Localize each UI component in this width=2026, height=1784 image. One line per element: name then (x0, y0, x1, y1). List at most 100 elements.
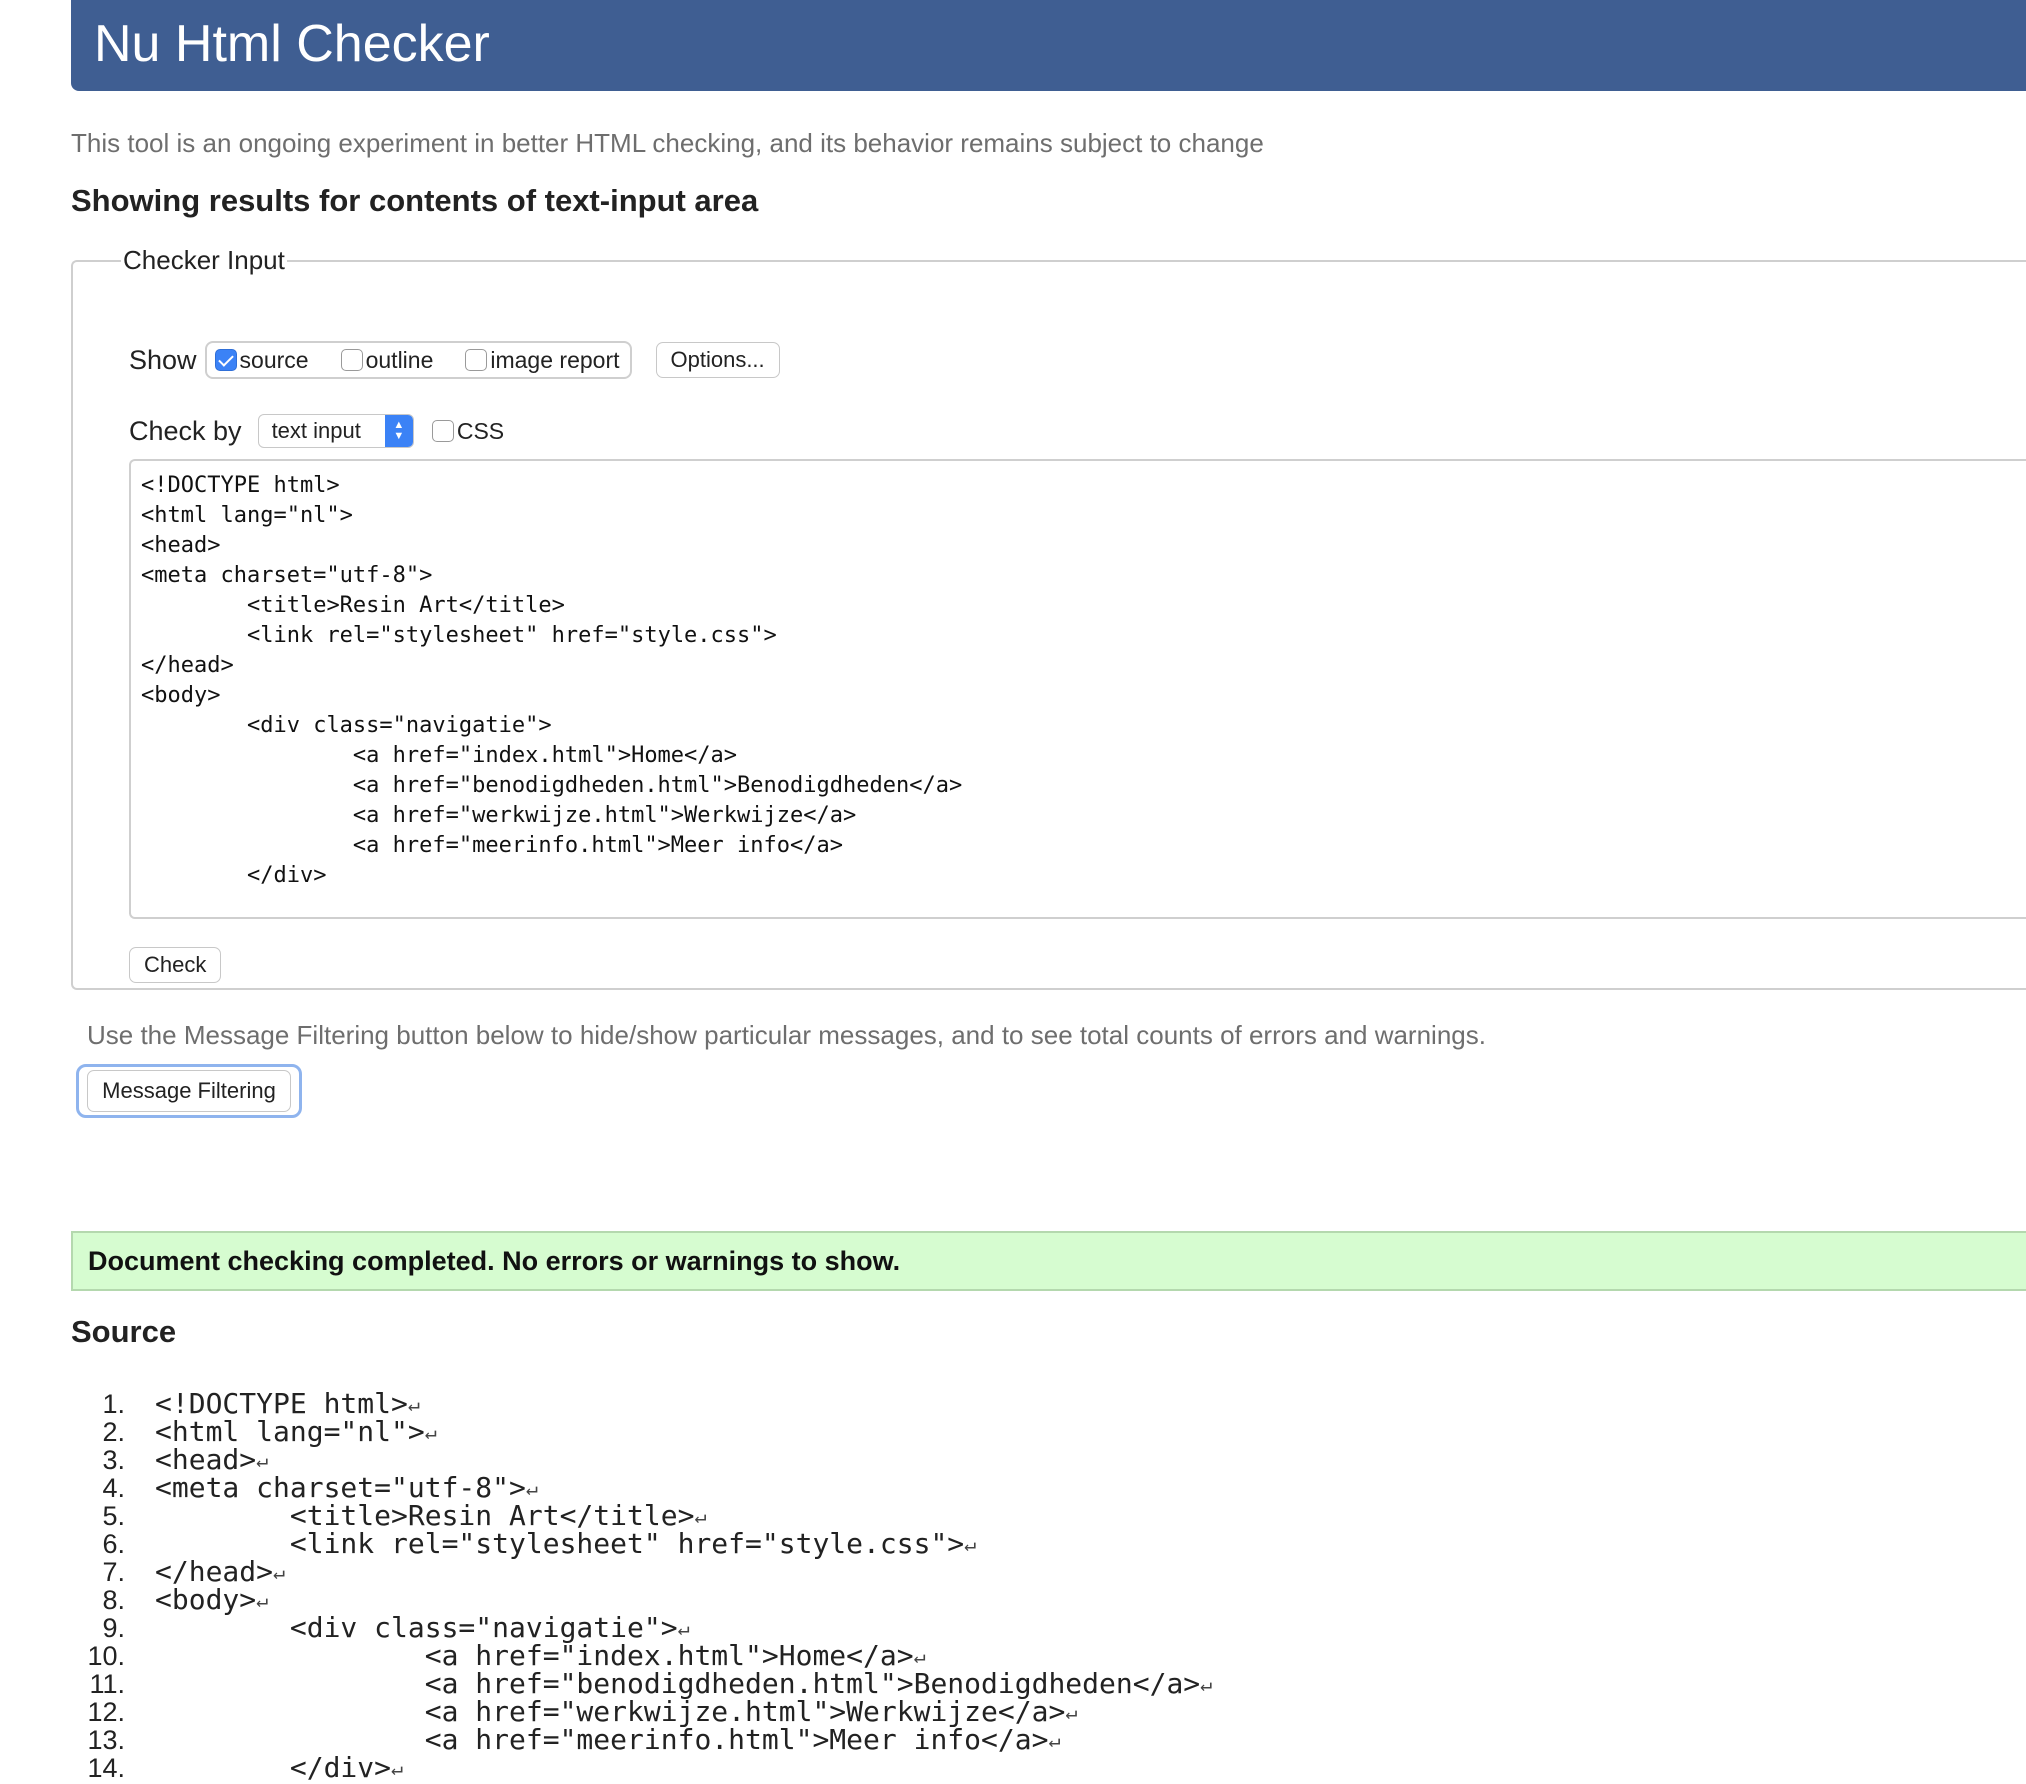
show-source-label: source (239, 346, 309, 373)
textarea-line: <title>Resin Art</title> (141, 593, 565, 618)
check-button[interactable]: Check (129, 947, 222, 983)
check-by-value: text input (271, 418, 361, 443)
success-message: Document checking completed. No errors o… (71, 1231, 2026, 1291)
source-listing: 1. <!DOCTYPE html> ↵ 2. <html lang="nl"> ↵ 3. <… (80, 1387, 1213, 1783)
source-line: 8. <body> ↵ (80, 1583, 1212, 1616)
textarea-line: <div class="navigatie"> (141, 713, 552, 738)
line-code: <title>Resin Art</title> (155, 1499, 695, 1532)
show-image-report-label: image report (490, 346, 620, 373)
textarea-line: <link rel="stylesheet" href="style.css"> (141, 623, 777, 648)
line-code: <a href="index.html">Home</a> (155, 1639, 914, 1672)
source-line: 6. <link rel="stylesheet" href="style.cs… (80, 1527, 1212, 1560)
show-label: Show (129, 344, 197, 375)
line-end-icon: ↵ (256, 1588, 269, 1612)
line-code: <a href="meerinfo.html">Meer info</a> (155, 1723, 1049, 1756)
line-code: <body> (155, 1583, 257, 1616)
line-number: 5. (102, 1501, 125, 1531)
chevron-up-down-icon: ▲ ▼ (384, 415, 413, 447)
line-code: <head> (155, 1443, 257, 1476)
source-line: 3. <head> ↵ (80, 1443, 1212, 1476)
line-number: 4. (102, 1473, 125, 1503)
line-number: 8. (102, 1585, 125, 1615)
checker-input-fieldset: Checker Input Show source outline image … (71, 245, 2026, 990)
show-outline-option[interactable]: outline (340, 347, 433, 374)
textarea-line: </div> (141, 863, 327, 888)
line-end-icon: ↵ (525, 1476, 538, 1500)
results-heading: Showing results for contents of text-inp… (71, 183, 759, 218)
header-banner: Nu Html Checker (71, 0, 2026, 91)
line-code: <html lang="nl"> (155, 1415, 425, 1448)
source-heading: Source (71, 1314, 177, 1349)
show-source-checkbox[interactable] (214, 349, 237, 371)
source-line: 11. <a href="benodigdheden.html">Benodig… (80, 1667, 1213, 1700)
options-button[interactable]: Options... (655, 342, 780, 378)
show-image-report-checkbox[interactable] (465, 349, 488, 371)
filter-note: Use the Message Filtering button below t… (87, 1020, 1486, 1050)
source-line: 1. <!DOCTYPE html> ↵ (80, 1387, 1212, 1420)
line-end-icon: ↵ (256, 1448, 269, 1472)
textarea-line: <a href="index.html">Home</a> (141, 743, 738, 768)
source-line: 5. <title>Resin Art</title> ↵ (80, 1499, 1212, 1532)
source-line: 12. <a href="werkwijze.html">Werkwijze</… (80, 1695, 1212, 1728)
source-line: 7. </head> ↵ (80, 1555, 1212, 1588)
textarea-line: <head> (141, 533, 221, 558)
css-checkbox[interactable] (431, 420, 454, 442)
source-line: 10. <a href="index.html">Home</a> ↵ (80, 1639, 1212, 1672)
source-line: 4. <meta charset="utf-8"> ↵ (80, 1471, 1212, 1504)
line-number: 3. (102, 1445, 125, 1475)
textarea-line: <html lang="nl"> (141, 503, 353, 528)
checker-input-legend: Checker Input (123, 245, 285, 275)
line-number: 2. (102, 1417, 125, 1447)
line-end-icon: ↵ (1065, 1700, 1078, 1724)
textarea-line: <a href="werkwijze.html">Werkwijze</a> (141, 803, 857, 828)
line-code: <link rel="stylesheet" href="style.css"> (155, 1527, 965, 1560)
textarea-line: <a href="meerinfo.html">Meer info</a> (141, 833, 843, 858)
line-end-icon: ↵ (407, 1392, 420, 1416)
line-number: 11. (89, 1669, 125, 1699)
textarea-line: <body> (141, 683, 221, 708)
line-end-icon: ↵ (694, 1504, 707, 1528)
line-end-icon: ↵ (273, 1560, 286, 1584)
textarea-line: <a href="benodigdheden.html">Benodigdhed… (141, 773, 963, 798)
line-number: 12. (87, 1697, 125, 1727)
source-textarea[interactable]: <!DOCTYPE html> <html lang="nl"> <head> <me… (129, 459, 2026, 919)
message-filtering-focus-ring: Message Filtering (76, 1064, 302, 1118)
line-code: <meta charset="utf-8"> (155, 1471, 526, 1504)
textarea-line: <meta charset="utf-8"> (141, 563, 433, 588)
source-line: 2. <html lang="nl"> ↵ (80, 1415, 1212, 1448)
show-image-report-option[interactable]: image report (465, 346, 620, 374)
line-end-icon: ↵ (1200, 1672, 1213, 1696)
line-number: 10. (87, 1641, 125, 1671)
css-option[interactable]: CSS (431, 417, 505, 445)
line-code: <div class="navigatie"> (155, 1611, 678, 1644)
line-number: 7. (102, 1557, 125, 1587)
line-code: <a href="werkwijze.html">Werkwijze</a> (155, 1695, 1066, 1728)
css-label: CSS (456, 417, 505, 444)
source-line: 13. <a href="meerinfo.html">Meer info</a… (80, 1723, 1212, 1756)
check-by-label: Check by (129, 415, 242, 446)
line-number: 1. (102, 1389, 125, 1419)
check-by-row: Check by text input ▲ ▼ CSS (129, 411, 504, 451)
line-number: 6. (102, 1529, 125, 1559)
message-filtering-button[interactable]: Message Filtering (87, 1070, 291, 1112)
line-code: </head> (155, 1555, 274, 1588)
check-by-select[interactable]: text input ▲ ▼ (257, 414, 414, 448)
line-end-icon: ↵ (964, 1532, 977, 1556)
source-line: 9. <div class="navigatie"> ↵ (80, 1611, 1212, 1644)
textarea-line: <!DOCTYPE html> (141, 473, 340, 498)
line-end-icon: ↵ (424, 1420, 437, 1444)
line-end-icon: ↵ (677, 1616, 690, 1640)
line-end-icon: ↵ (1048, 1728, 1061, 1752)
show-source-option[interactable]: source (214, 346, 309, 374)
line-code: <a href="benodigdheden.html">Benodigdhed… (155, 1667, 1201, 1700)
textarea-line: </head> (141, 653, 234, 678)
intro-text: This tool is an ongoing experiment in be… (71, 128, 1264, 158)
show-outline-checkbox[interactable] (340, 349, 363, 371)
show-row: Show source outline image report Options… (129, 340, 780, 380)
show-options-group: source outline image report (204, 341, 632, 379)
line-code: <!DOCTYPE html> (155, 1387, 408, 1420)
line-number: 9. (102, 1613, 125, 1643)
page-title: Nu Html Checker (94, 15, 490, 73)
line-number: 13. (87, 1725, 125, 1755)
line-end-icon: ↵ (913, 1644, 926, 1668)
